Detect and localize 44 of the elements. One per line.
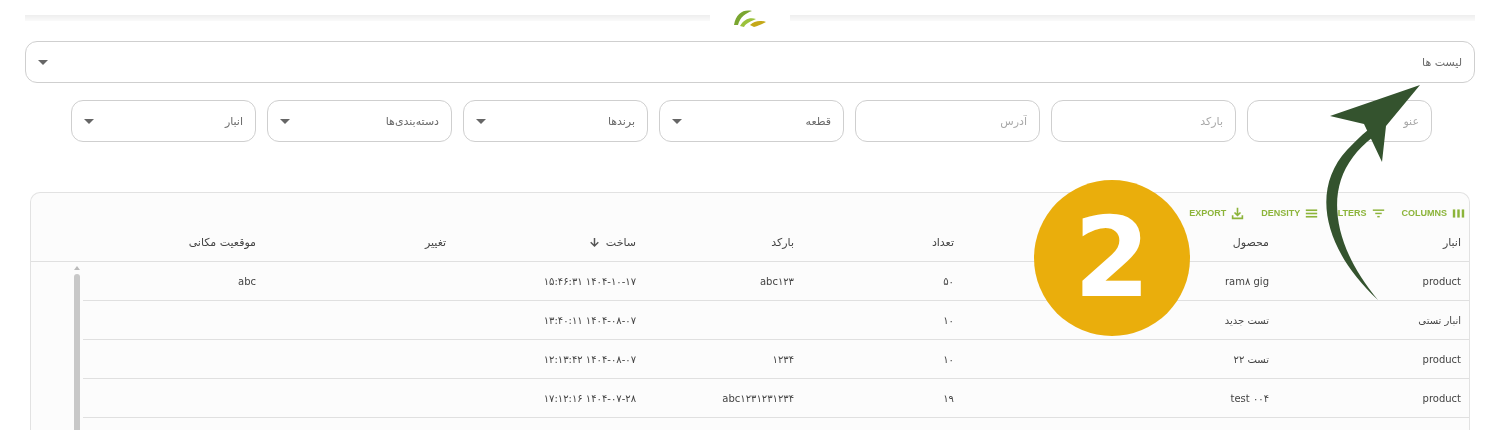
table-cell: ۱۰ [943, 314, 954, 326]
column-header[interactable]: محصول [1232, 235, 1269, 249]
table-cell: abc۱۲۳۱۲۳۱۲۳۴ [722, 392, 794, 404]
filter-input[interactable]: بارکد [1051, 100, 1236, 142]
table-cell: ۱۴۰۴-۱۰-۱۷ ۱۵:۴۶:۳۱ [543, 275, 636, 287]
table-cell: abc۱۲۳ [759, 275, 794, 287]
columns-icon [1452, 206, 1465, 220]
list-select[interactable]: لیست ها [25, 41, 1475, 83]
filter-input[interactable]: آدرس [855, 100, 1040, 142]
table-cell: product [1422, 392, 1461, 404]
table-cell: product [1422, 275, 1461, 287]
column-header[interactable]: ساخت [605, 235, 636, 249]
filter-select[interactable]: قطعه [659, 100, 844, 142]
table-cell: ۱۴۰۴-۰۷-۲۸ ۱۷:۱۲:۱۶ [543, 392, 636, 404]
caret-icon [280, 118, 290, 124]
filter-icon [1371, 206, 1385, 220]
caret-icon [38, 59, 48, 65]
table-cell: ۱۰ [943, 353, 954, 365]
density-icon [1305, 206, 1319, 220]
table-cell: ۵۰ [943, 275, 954, 287]
column-header[interactable]: انبار [1442, 235, 1461, 249]
caret-icon [84, 118, 94, 124]
table-cell: ۱۴۰۴-۰۸-۰۷ ۱۳:۴۰:۱۱ [543, 314, 636, 326]
sort-down-icon[interactable] [588, 236, 600, 248]
table-cell: ۱۹ [943, 392, 954, 404]
column-header[interactable]: موقعیت مکانی [188, 235, 256, 249]
table-cell: product [1422, 353, 1461, 365]
column-header[interactable]: تعداد [931, 235, 954, 249]
filter-select[interactable]: دسته‌بندی‌ها [267, 100, 452, 142]
column-header[interactable]: بارکد [771, 235, 794, 249]
caret-icon [672, 118, 682, 124]
filter-select[interactable]: انبار [71, 100, 256, 142]
table-cell: تست ۲۲ [1233, 353, 1269, 365]
table-cell: انبار تستی [1418, 314, 1461, 326]
column-header[interactable]: تغییر [424, 235, 446, 249]
table-cell: abc [238, 275, 256, 287]
table-cell: test ۰۰۴ [1230, 392, 1269, 404]
download-icon [1231, 206, 1245, 220]
caret-icon [476, 118, 486, 124]
filter-select[interactable]: برندها [463, 100, 648, 142]
table-cell: ram۸ gig [1225, 275, 1269, 287]
table-cell: ۱۲۳۴ [772, 353, 794, 365]
table-cell: ۱۴۰۴-۰۸-۰۷ ۱۲:۱۳:۴۲ [543, 353, 636, 365]
table-cell: تست جدید [1224, 314, 1269, 326]
